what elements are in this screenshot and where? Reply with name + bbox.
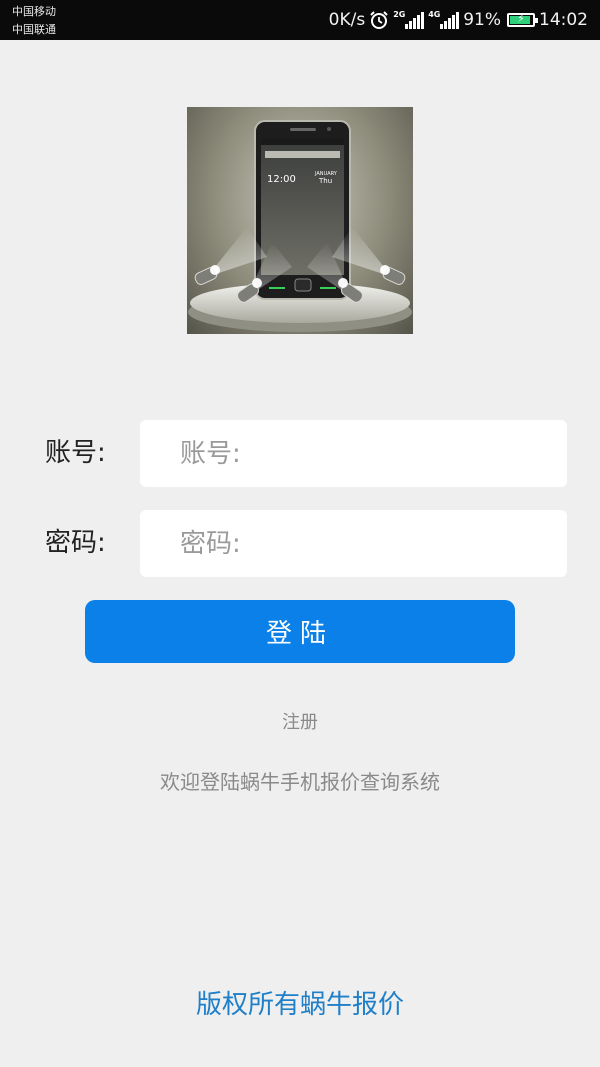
password-input[interactable] <box>140 510 567 577</box>
account-input[interactable] <box>140 420 567 487</box>
account-label: 账号: <box>45 438 106 468</box>
screen-time: 12:00 <box>267 174 296 185</box>
signal-2g-icon: 2G <box>393 10 425 29</box>
login-button[interactable]: 登陆 <box>85 600 515 663</box>
password-label: 密码: <box>45 528 106 558</box>
copyright-text: 版权所有蜗牛报价 <box>195 990 404 1020</box>
alarm-icon <box>370 11 388 29</box>
phone-showcase-image: 12:00 JANUARY Thu <box>187 107 413 334</box>
status-bar: 中国移动 中国联通 0K/s 2G 4G 91% ⚡ 14:02 <box>0 0 600 40</box>
carrier-1: 中国移动 <box>12 5 56 18</box>
carrier-2: 中国联通 <box>12 23 56 36</box>
status-icons: 0K/s 2G 4G 91% ⚡ 14:02 <box>329 0 588 40</box>
signal-4g-icon: 4G <box>428 10 460 29</box>
battery-icon: ⚡ <box>507 12 538 27</box>
register-link[interactable]: 注册 <box>0 708 600 734</box>
net-speed: 0K/s <box>328 10 366 30</box>
battery-percent: 91% <box>463 10 501 30</box>
clock: 14:02 <box>539 10 588 30</box>
welcome-text: 欢迎登陆蜗牛手机报价查询系统 <box>160 770 440 794</box>
screen-day: Thu <box>318 177 332 185</box>
